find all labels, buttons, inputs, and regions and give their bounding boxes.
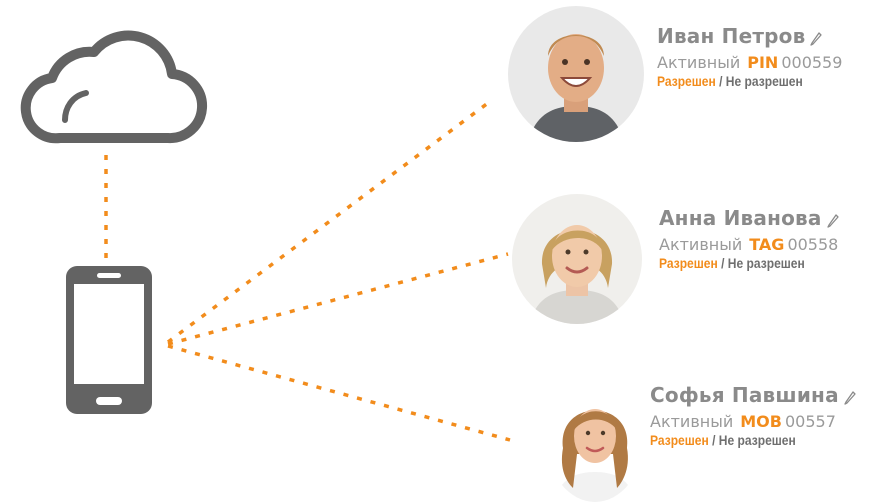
user-name: Софья Павшина [650, 383, 839, 407]
pencil-icon[interactable] [843, 389, 857, 405]
smartphone-icon [66, 266, 152, 414]
user-name: Иван Петров [657, 24, 806, 48]
access-denied-option[interactable]: Не разрешен [726, 73, 803, 89]
access-separator: / [712, 432, 716, 448]
access-allowed-option[interactable]: Разрешен [657, 73, 716, 89]
user-card-3[interactable]: Софья Павшина Активный MOB 00557 Разрешен … [650, 383, 857, 448]
user-status: Активный [659, 235, 743, 254]
user-avatar-1 [508, 6, 644, 142]
cloud-icon [20, 30, 207, 144]
credential-type: PIN [747, 53, 779, 72]
credential-number: 000559 [781, 53, 843, 72]
access-allowed-option[interactable]: Разрешен [650, 432, 709, 448]
credential-number: 00557 [784, 412, 836, 431]
user-status: Активный [657, 53, 741, 72]
user-card-2[interactable]: Анна Иванова Активный TAG 00558 Разрешен /… [659, 206, 840, 271]
credential-type: TAG [749, 235, 785, 254]
phone-user3-link [167, 344, 511, 442]
access-denied-option[interactable]: Не разрешен [719, 432, 796, 448]
user-avatar-3 [547, 378, 643, 502]
user-avatar-2 [512, 194, 642, 324]
pencil-icon[interactable] [809, 30, 823, 46]
access-allowed-option[interactable]: Разрешен [659, 255, 718, 271]
access-separator: / [719, 73, 723, 89]
pencil-icon[interactable] [826, 212, 840, 228]
user-status: Активный [650, 412, 734, 431]
credential-type: MOB [740, 412, 782, 431]
user-name: Анна Иванова [659, 206, 822, 230]
access-separator: / [721, 255, 725, 271]
phone-user1-link [166, 98, 494, 344]
phone-user2-link [167, 252, 509, 346]
user-card-1[interactable]: Иван Петров Активный PIN 000559 Разрешен /… [657, 24, 842, 89]
access-denied-option[interactable]: Не разрешен [728, 255, 805, 271]
credential-number: 00558 [787, 235, 839, 254]
